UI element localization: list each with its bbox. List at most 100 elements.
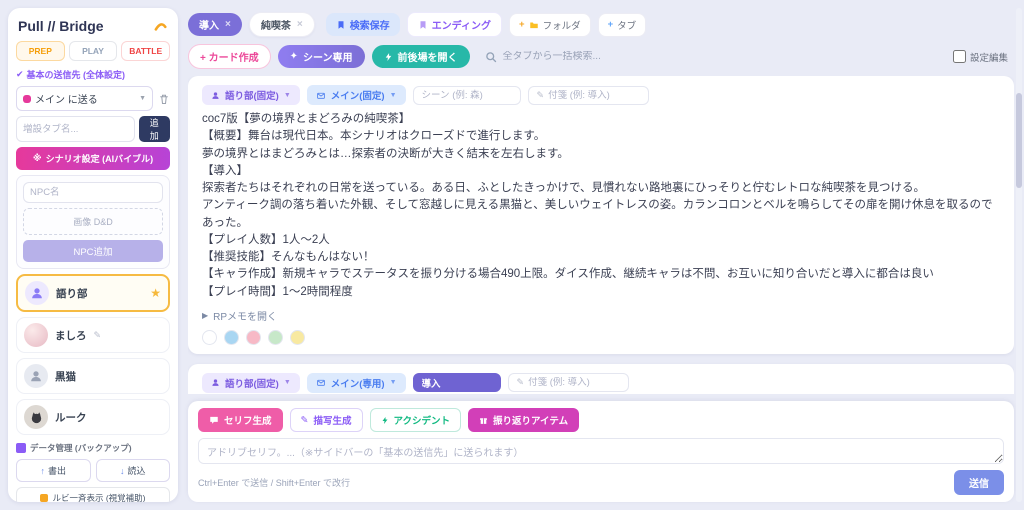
stamp-blue[interactable] <box>224 329 239 345</box>
speaker-select[interactable]: 語り部(固定) ▼ <box>202 85 300 105</box>
envelope-icon <box>316 378 326 387</box>
character-item-mashiro[interactable]: ましろ ✎ <box>16 317 170 353</box>
trash-button[interactable] <box>158 93 170 105</box>
flashback-item-button[interactable]: 振り返りアイテム <box>468 408 580 432</box>
new-tab-name-input[interactable] <box>16 116 135 142</box>
target-label: メイン(固定) <box>330 91 385 102</box>
fusen-input[interactable] <box>528 377 621 389</box>
speaker-label: 語り部(固定) <box>225 378 279 390</box>
speaker-icon <box>211 378 220 387</box>
destination-select[interactable]: メイン に送る ▼ <box>16 86 153 111</box>
main-area: 導入 × 純喫茶 × 検索保存 エンディング + フォルダ + タブ + カード… <box>188 8 1014 502</box>
download-icon: ↓ <box>119 465 125 476</box>
target-label: メイン(専用) <box>330 378 385 390</box>
scrollbar-track[interactable] <box>1016 8 1022 502</box>
character-item-kuroneko[interactable]: 黒猫 <box>16 358 170 394</box>
card-text-line: アンティーク調の落ち着いた外観、そして窓越しに見える黒猫と、美しいウェイトレスの… <box>202 199 993 229</box>
tag-bar: 導入 × 純喫茶 × 検索保存 エンディング + フォルダ + タブ <box>188 12 1014 37</box>
fusen-input[interactable] <box>548 89 641 101</box>
card-text-line: 【概要】舞台は現代日本。本シナリオはクローズドで進行します。 <box>202 130 546 143</box>
global-search-input[interactable] <box>502 51 715 62</box>
character-list: 語り部 ★ ましろ ✎ 黒猫 ルーク <box>16 274 170 435</box>
stamp-pink[interactable] <box>246 329 261 345</box>
settings-edit-checkbox[interactable] <box>952 50 966 63</box>
scrollbar-thumb[interactable] <box>1016 93 1022 188</box>
search-save-button[interactable]: 検索保存 <box>325 13 400 36</box>
sidebar: Pull // Bridge PREP PLAY BATTLE ✔ 基本の送信先… <box>8 8 178 502</box>
tab-play[interactable]: PLAY <box>68 41 118 61</box>
close-icon[interactable]: × <box>225 19 231 30</box>
chevron-down-icon: ▼ <box>283 379 291 387</box>
speaker-select[interactable]: 語り部(固定) ▼ <box>202 372 300 393</box>
card-text-line: 探索者たちはそれぞれの日常を送っている。ある日、ふとしたきっかけで、見慣れない路… <box>202 182 925 194</box>
character-name: 黒猫 <box>55 370 76 383</box>
serif-generate-button[interactable]: セリフ生成 <box>198 408 283 432</box>
gift-icon <box>479 416 488 425</box>
target-select[interactable]: メイン(専用) ▼ <box>306 372 406 393</box>
stamp-green[interactable] <box>268 329 283 345</box>
generator-buttons: セリフ生成 ✎ 描写生成 アクシデント 振り返りアイテム <box>198 408 1004 432</box>
intro-card: 語り部(固定) ▼ メイン(専用) ▼ ✎ <box>188 363 1014 394</box>
tab-battle[interactable]: BATTLE <box>121 41 171 61</box>
scenario-settings-button[interactable]: ※ シナリオ設定 (AIバイブル) <box>16 147 170 170</box>
app-title: Pull // Bridge <box>18 18 104 34</box>
bolt-icon <box>381 416 389 425</box>
card-header: 語り部(固定) ▼ メイン(専用) ▼ ✎ <box>202 372 1000 393</box>
export-button[interactable]: ↑ 書出 <box>16 459 91 482</box>
play-icon: ▶ <box>202 310 209 320</box>
add-tab-button[interactable]: 追加 <box>138 116 170 142</box>
add-folder-button[interactable]: + フォルダ <box>509 12 591 37</box>
action-bar: + カード作成 ✦ シーン専用 前後場を開く 設定編集 <box>188 44 1014 69</box>
npc-name-input[interactable] <box>23 182 163 203</box>
destination-row: メイン に送る ▼ <box>16 86 170 111</box>
rp-memo-toggle[interactable]: ▶ RPメモを開く <box>202 308 1000 323</box>
add-tab-row: 追加 <box>16 116 170 142</box>
check-icon: ✔ <box>16 69 24 79</box>
scenario-card: 語り部(固定) ▼ メイン(固定) ▼ ✎ <box>188 76 1014 354</box>
speaker-label: 語り部(固定) <box>225 91 279 102</box>
scene-input[interactable] <box>412 85 521 105</box>
ruby-display-button[interactable]: ルビ一斉表示 (視覚補助) <box>16 487 170 502</box>
target-select[interactable]: メイン(固定) ▼ <box>306 85 406 105</box>
create-card-button[interactable]: + カード作成 <box>188 44 271 69</box>
chevron-down-icon: ▼ <box>283 91 291 99</box>
backup-title: データ管理 (バックアップ) <box>16 442 170 454</box>
close-icon[interactable]: × <box>297 19 303 30</box>
send-destination-title: ✔ 基本の送信先 (全体設定) <box>16 69 126 80</box>
tab-prep[interactable]: PREP <box>16 41 65 61</box>
adlib-input[interactable] <box>198 438 1004 464</box>
settings-edit-label: 設定編集 <box>969 52 1008 64</box>
description-generate-button[interactable]: ✎ 描写生成 <box>289 408 363 432</box>
tag-cafe[interactable]: 純喫茶 × <box>248 12 315 37</box>
stamp-palette <box>202 329 1000 345</box>
database-icon <box>16 443 26 453</box>
tag-intro[interactable]: 導入 × <box>188 13 242 36</box>
app-root: Pull // Bridge PREP PLAY BATTLE ✔ 基本の送信先… <box>0 0 1024 510</box>
folder-icon <box>529 20 539 30</box>
stamp-white[interactable] <box>202 329 217 345</box>
accident-button[interactable]: アクシデント <box>369 408 462 432</box>
bookmark-icon <box>336 20 346 30</box>
image-dnd-zone[interactable]: 画像 D&D <box>23 208 163 235</box>
narrator-avatar <box>25 281 49 305</box>
destination-value: メイン に送る <box>35 95 98 106</box>
bridge-logo-icon <box>154 20 168 32</box>
speech-bubble-icon <box>209 415 219 425</box>
plus-icon: + <box>607 19 614 30</box>
card-text-line: 【推奨技能】そんなもんはない！ <box>202 251 375 263</box>
envelope-icon <box>316 91 326 100</box>
character-item-luke[interactable]: ルーク <box>16 399 170 435</box>
scene-input[interactable] <box>412 373 501 393</box>
open-stage-button[interactable]: 前後場を開く <box>371 45 470 68</box>
destination-icon <box>23 94 31 103</box>
character-item-narrator[interactable]: 語り部 ★ <box>16 274 170 312</box>
star-icon: ★ <box>150 286 161 300</box>
chevron-down-icon: ▼ <box>389 91 397 99</box>
ending-tag-button[interactable]: エンディング <box>406 12 502 37</box>
add-tab-button-top[interactable]: + タブ <box>597 12 647 37</box>
import-button[interactable]: ↓ 読込 <box>95 459 170 482</box>
stamp-yellow[interactable] <box>290 329 305 345</box>
send-button[interactable]: 送信 <box>954 470 1004 495</box>
npc-add-button[interactable]: NPC追加 <box>23 240 163 262</box>
scene-only-button[interactable]: ✦ シーン専用 <box>277 45 365 68</box>
